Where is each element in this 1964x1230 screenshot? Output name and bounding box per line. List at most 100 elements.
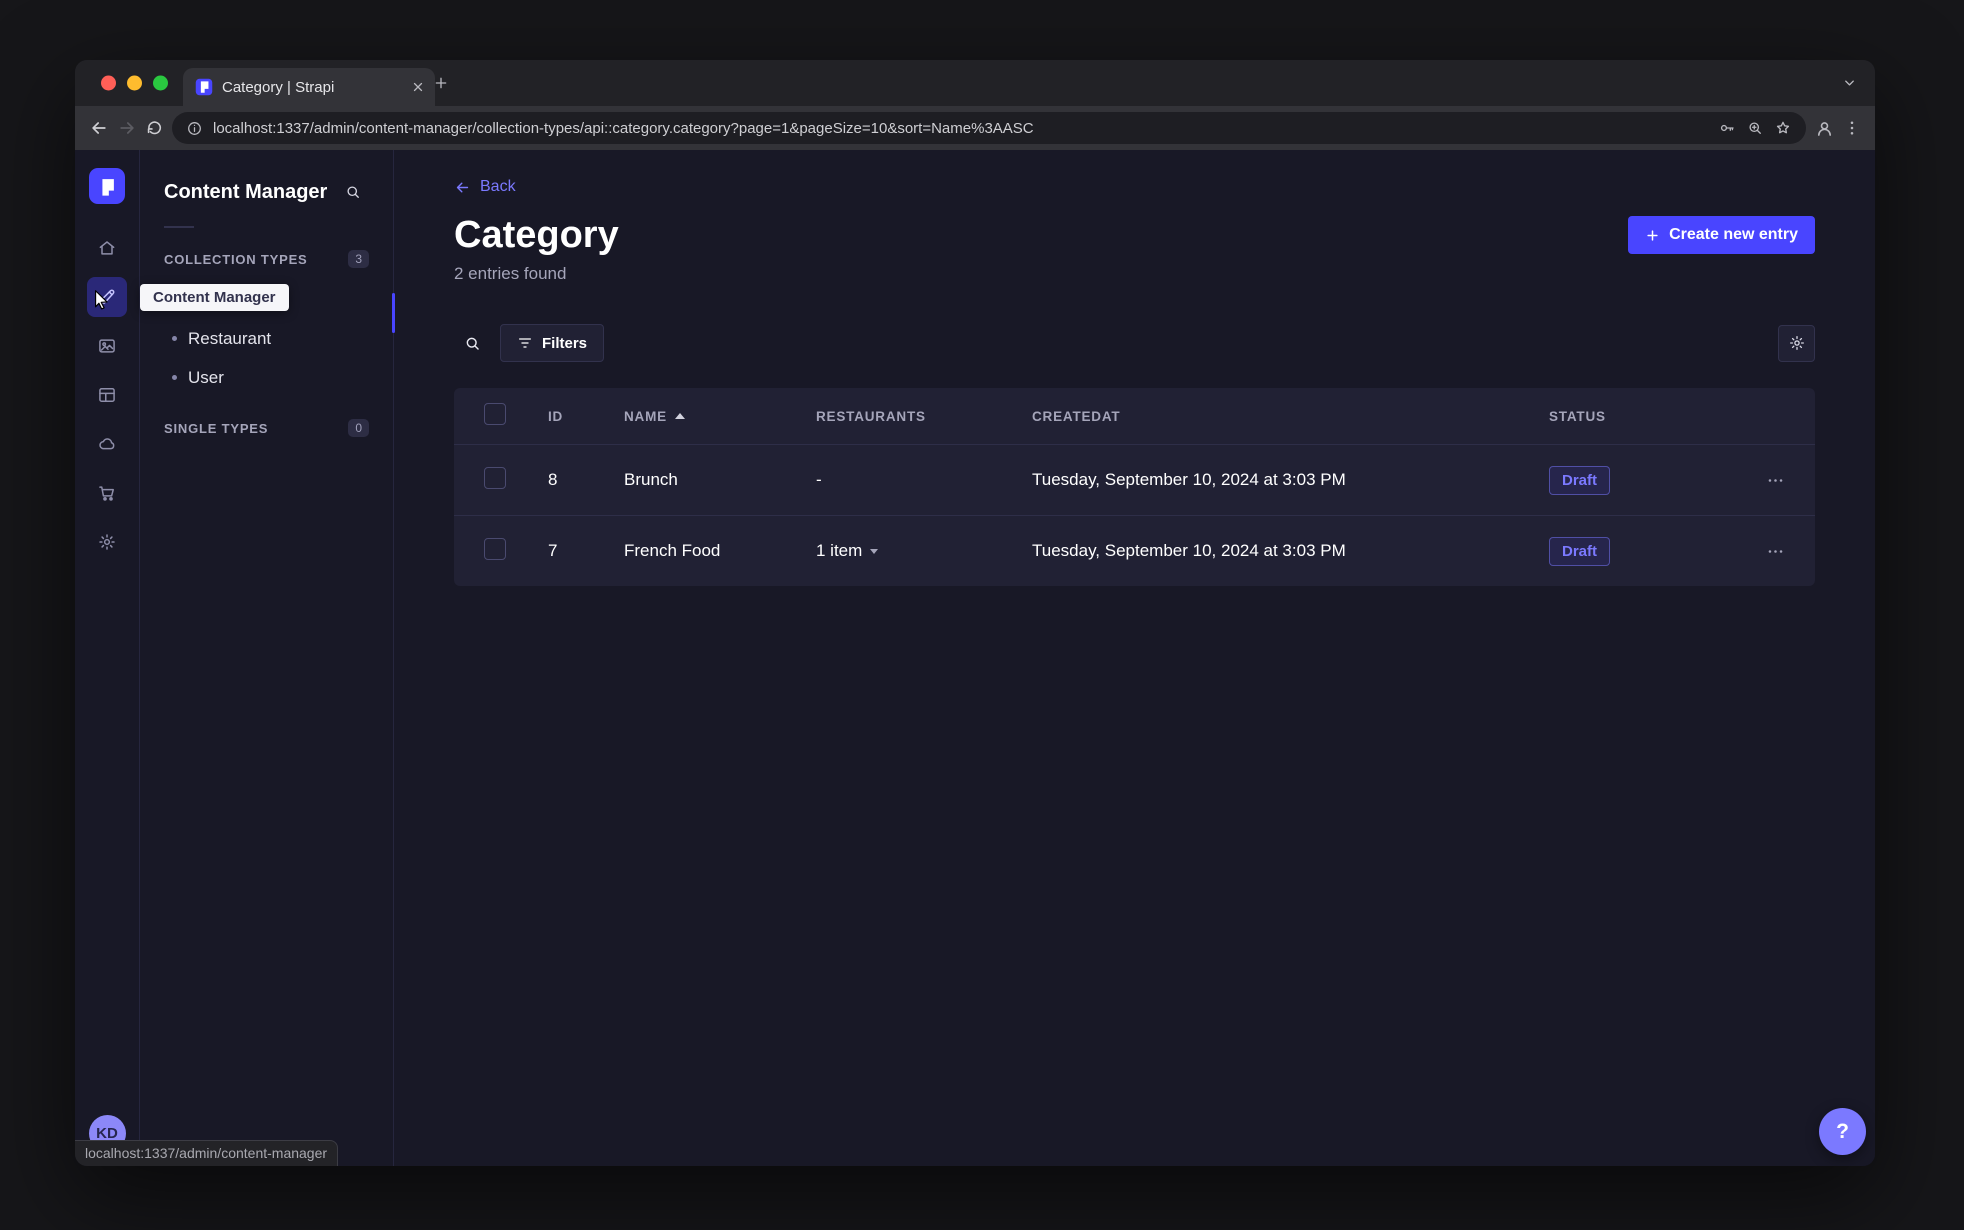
media-library-icon[interactable] xyxy=(87,326,127,366)
table-row[interactable]: 8 Brunch - Tuesday, September 10, 2024 a… xyxy=(454,444,1815,515)
chevron-down-icon xyxy=(870,548,879,554)
cell-restaurants: - xyxy=(816,470,822,490)
status-badge: Draft xyxy=(1549,465,1611,495)
filter-icon xyxy=(517,335,533,351)
sidebar-item-restaurant[interactable]: Restaurant xyxy=(164,319,369,358)
cell-createdat: Tuesday, September 10, 2024 at 3:03 PM xyxy=(1032,541,1346,561)
tab-search-chevron-icon[interactable] xyxy=(1842,76,1857,91)
sidebar-item-user[interactable]: User xyxy=(164,358,369,397)
restaurants-count: 1 item xyxy=(816,541,863,561)
bookmark-star-icon[interactable] xyxy=(1774,119,1792,137)
cell-actions xyxy=(1732,467,1815,494)
sidebar-title: Content Manager xyxy=(164,180,328,203)
forward-nav-icon[interactable] xyxy=(117,118,137,138)
collection-types-count-badge: 3 xyxy=(348,250,369,268)
nav-tooltip: Content Manager xyxy=(140,284,289,311)
search-icon[interactable] xyxy=(454,325,490,361)
single-types-header: SINGLE TYPES 0 xyxy=(164,419,369,437)
marketplace-cart-icon[interactable] xyxy=(87,473,127,513)
header-id[interactable]: ID xyxy=(518,409,594,424)
site-info-icon[interactable] xyxy=(186,120,203,137)
cell-name: Brunch xyxy=(624,470,678,490)
select-all-checkbox[interactable] xyxy=(484,402,506,425)
row-menu-icon[interactable] xyxy=(1762,467,1789,494)
link-preview-status-bar: localhost:1337/admin/content-manager xyxy=(75,1140,339,1166)
back-nav-icon[interactable] xyxy=(89,118,109,138)
create-new-entry-button[interactable]: Create new entry xyxy=(1628,216,1815,254)
plus-icon xyxy=(1645,228,1660,243)
table-header-row: ID NAME RESTAURANTS CREATEDAT STATUS xyxy=(454,388,1815,444)
close-window-button[interactable] xyxy=(101,75,116,91)
collection-types-header: COLLECTION TYPES 3 xyxy=(164,250,369,268)
cell-createdat: Tuesday, September 10, 2024 at 3:03 PM xyxy=(1032,470,1346,490)
new-tab-button[interactable] xyxy=(433,75,449,91)
filters-label: Filters xyxy=(542,334,588,352)
cell-id: 8 xyxy=(548,470,558,490)
browser-window: Category | Strapi localhost:1337/admin/c… xyxy=(75,60,1875,1166)
tab-strip: Category | Strapi xyxy=(75,60,1875,106)
row-checkbox-cell xyxy=(454,537,518,565)
single-types-count-badge: 0 xyxy=(348,419,369,437)
sidebar-search-icon[interactable] xyxy=(337,176,369,208)
header-status[interactable]: STATUS xyxy=(1519,409,1719,424)
view-settings-gear-icon[interactable] xyxy=(1778,324,1815,362)
collection-types-label: COLLECTION TYPES xyxy=(164,251,308,267)
cell-restaurants[interactable]: 1 item xyxy=(786,541,1002,561)
browser-menu-icon[interactable] xyxy=(1843,119,1861,137)
list-toolbar: Filters xyxy=(454,324,1815,363)
content-manager-icon[interactable] xyxy=(87,277,127,317)
sidebar-item-label: User xyxy=(188,367,224,387)
strapi-favicon-icon xyxy=(195,78,213,96)
browser-toolbar: localhost:1337/admin/content-manager/col… xyxy=(75,106,1875,150)
cloud-icon[interactable] xyxy=(87,424,127,464)
back-arrow-icon xyxy=(454,179,471,196)
page-title: Category xyxy=(454,213,619,256)
sidebar-item-label: Restaurant xyxy=(188,328,272,348)
create-new-entry-label: Create new entry xyxy=(1669,226,1798,243)
header-name-label: NAME xyxy=(624,408,667,424)
cell-status: Draft xyxy=(1519,465,1719,495)
sidebar-divider xyxy=(164,226,194,228)
sort-by-name-button[interactable]: NAME xyxy=(624,409,685,424)
row-menu-icon[interactable] xyxy=(1762,538,1789,565)
filters-button[interactable]: Filters xyxy=(500,324,605,363)
password-key-icon[interactable] xyxy=(1718,119,1736,137)
table-row[interactable]: 7 French Food 1 item Tuesday, September … xyxy=(454,515,1815,586)
reload-icon[interactable] xyxy=(145,119,164,138)
sidebar-header: Content Manager xyxy=(164,176,369,208)
header-checkbox-cell xyxy=(454,402,518,430)
row-checkbox-cell xyxy=(454,466,518,494)
header-name: NAME xyxy=(594,409,786,424)
minimize-window-button[interactable] xyxy=(127,75,142,91)
settings-gear-icon[interactable] xyxy=(87,522,127,562)
status-badge: Draft xyxy=(1549,536,1611,566)
list-view-main: Back Category 2 entries found Create new… xyxy=(394,150,1875,1166)
bullet-icon xyxy=(172,375,177,380)
main-nav-rail: KD xyxy=(75,150,140,1166)
sort-ascending-icon xyxy=(674,413,685,420)
fullscreen-window-button[interactable] xyxy=(153,75,168,91)
single-types-label: SINGLE TYPES xyxy=(164,420,269,436)
browser-tab[interactable]: Category | Strapi xyxy=(183,68,435,106)
back-link[interactable]: Back xyxy=(454,178,516,196)
window-controls xyxy=(101,75,168,91)
cell-name: French Food xyxy=(624,541,721,561)
header-restaurants[interactable]: RESTAURANTS xyxy=(786,409,1002,424)
cell-id: 7 xyxy=(548,541,558,561)
url-text: localhost:1337/admin/content-manager/col… xyxy=(213,119,1034,137)
close-tab-icon[interactable] xyxy=(411,80,425,94)
profile-avatar-icon[interactable] xyxy=(1814,118,1835,139)
entries-count: 2 entries found xyxy=(454,264,567,284)
strapi-logo[interactable] xyxy=(89,168,125,204)
header-createdat[interactable]: CREATEDAT xyxy=(1002,409,1519,424)
content-type-builder-icon[interactable] xyxy=(87,375,127,415)
home-icon[interactable] xyxy=(87,228,127,268)
zoom-icon[interactable] xyxy=(1746,119,1764,137)
cell-actions xyxy=(1732,538,1815,565)
url-bar[interactable]: localhost:1337/admin/content-manager/col… xyxy=(172,112,1806,144)
help-button[interactable]: ? xyxy=(1819,1108,1866,1155)
row-checkbox[interactable] xyxy=(484,466,506,489)
bullet-icon xyxy=(172,336,177,341)
rail-nav-items xyxy=(87,228,127,562)
row-checkbox[interactable] xyxy=(484,537,506,560)
